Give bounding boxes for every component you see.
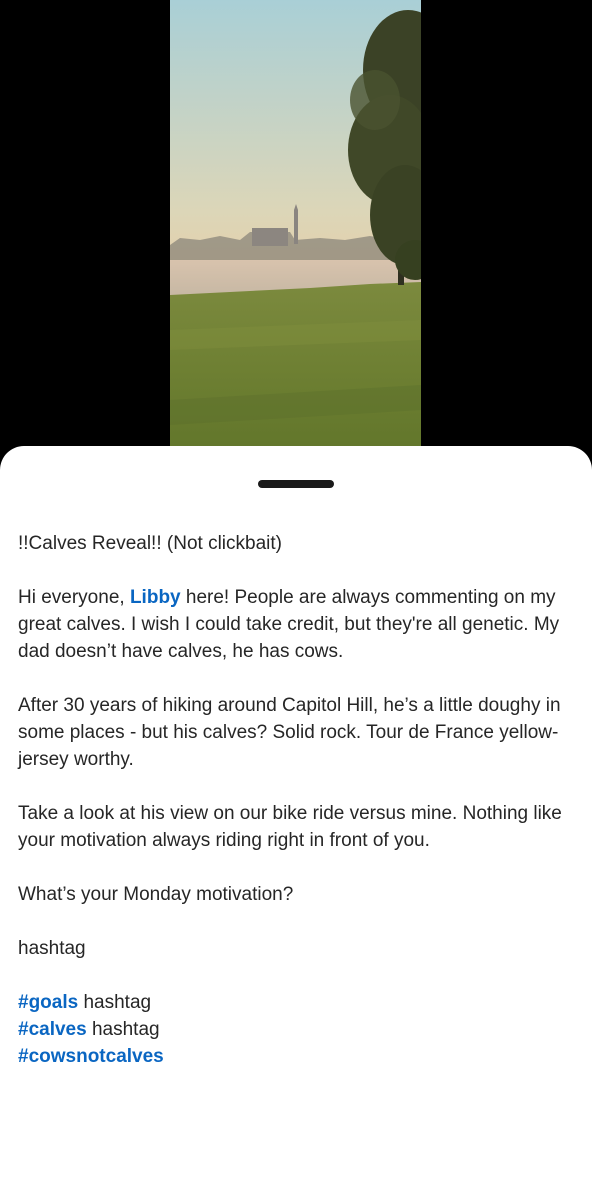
post-paragraph-2: After 30 years of hiking around Capitol … [18, 695, 561, 770]
hashtag-suffix: hashtag [78, 992, 152, 1013]
paragraph-text: Hi everyone, [18, 587, 130, 608]
hashtag-line: #cowsnotcalves [18, 1043, 578, 1070]
post-paragraph-1: Hi everyone, Libby here! People are alwa… [18, 584, 578, 665]
post-title: !!Calves Reveal!! (Not clickbait) [18, 533, 282, 554]
mention-link[interactable]: Libby [130, 587, 181, 608]
hashtag-list: #goals hashtag #calves hashtag #cowsnotc… [18, 989, 578, 1070]
hashtag-suffix: hashtag [86, 1019, 160, 1040]
video-frame[interactable] [170, 0, 421, 470]
post-details-sheet: !!Calves Reveal!! (Not clickbait) Hi eve… [0, 446, 592, 1200]
post-text: !!Calves Reveal!! (Not clickbait) Hi eve… [18, 530, 578, 1097]
video-thumbnail-image [170, 0, 421, 470]
video-player-area[interactable] [0, 0, 592, 480]
post-paragraph-4: What’s your Monday motivation? [18, 884, 294, 905]
hashtag-line: #goals hashtag [18, 989, 578, 1016]
post-paragraph-5: hashtag [18, 938, 86, 959]
drag-handle[interactable] [258, 480, 334, 488]
hashtag-link[interactable]: #cowsnotcalves [18, 1046, 164, 1067]
hashtag-link[interactable]: #goals [18, 992, 78, 1013]
hashtag-line: #calves hashtag [18, 1016, 578, 1043]
post-paragraph-3: Take a look at his view on our bike ride… [18, 803, 562, 851]
hashtag-link[interactable]: #calves [18, 1019, 87, 1040]
